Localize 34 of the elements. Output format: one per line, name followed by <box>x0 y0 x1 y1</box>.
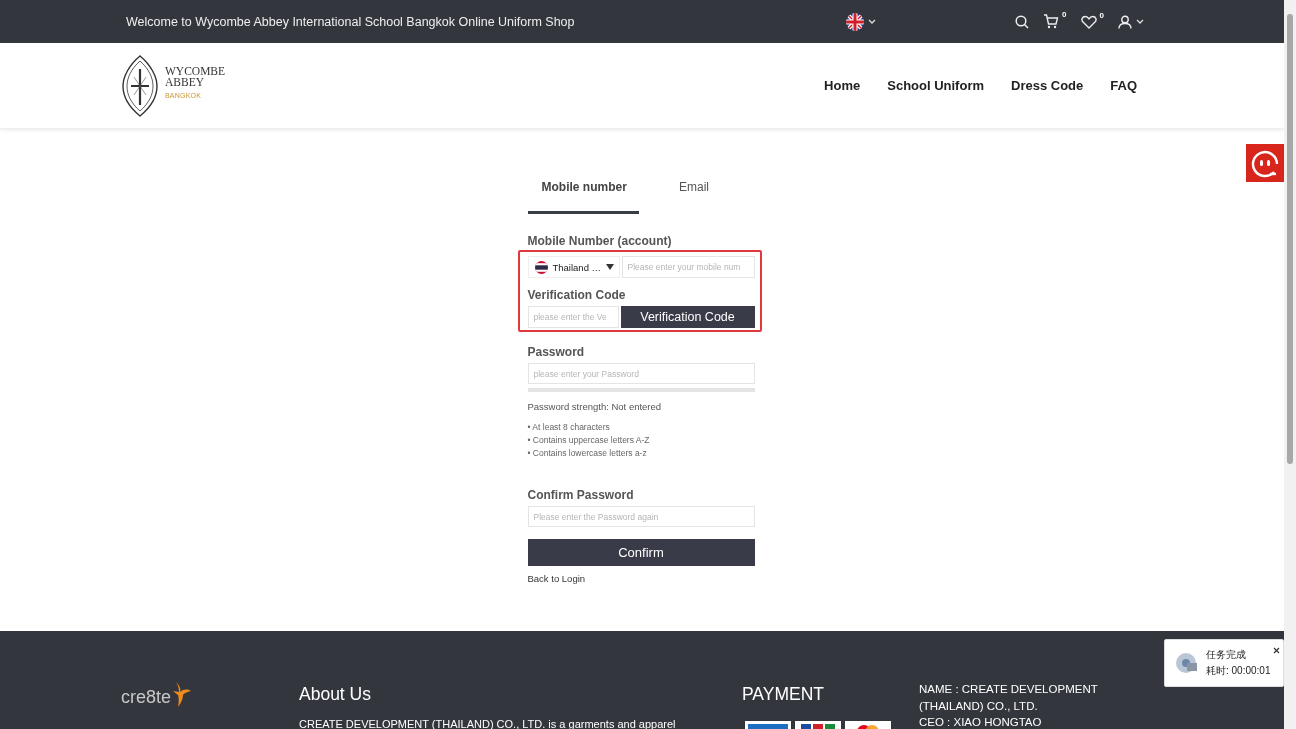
nav-link[interactable]: Dress Code <box>1011 78 1084 93</box>
requirement-text: • At least 8 characters <box>527 422 611 432</box>
confirm-password-input[interactable]: Please enter the Password again <box>527 506 755 527</box>
company-info: NAME : CREATE DEVELOPMENT (THAILAND) CO., LTD. <box>919 682 1099 714</box>
company-info: CEO : XIAO HONGTAO <box>919 715 1043 729</box>
phone-input[interactable]: Please enter your mobile num <box>621 256 755 278</box>
notification-title: 任务完成 <box>1206 648 1247 662</box>
password-input[interactable]: please enter your Password <box>527 363 755 384</box>
field-label: Verification Code <box>527 288 627 302</box>
field-label: Mobile Number (account) <box>527 234 673 248</box>
tab[interactable]: Mobile number <box>527 171 639 214</box>
tab[interactable]: Email <box>638 171 750 214</box>
requirement-text: • Contains lowercase letters a-z <box>527 448 648 458</box>
confirm-button[interactable]: Confirm <box>527 539 755 566</box>
nav-link[interactable]: FAQ <box>1110 78 1137 93</box>
footer-heading: About Us <box>299 684 372 705</box>
notification-text: 耗时: 00:00:01 <box>1206 664 1271 678</box>
code-input[interactable]: please enter the Ve <box>527 306 619 328</box>
send-code-button[interactable]: Verification Code <box>620 306 755 328</box>
nav-link[interactable]: Home <box>824 78 861 93</box>
welcome-text: Welcome to Wycombe Abbey International School Bangkok Online Uniform Shop <box>126 14 576 29</box>
footer-logo-text[interactable]: cre8te <box>121 687 172 708</box>
back-link[interactable]: Back to Login <box>527 573 755 584</box>
field-label: Confirm Password <box>527 488 635 502</box>
cart-count: 0 <box>1062 10 1067 19</box>
logo-text[interactable]: ABBEY <box>165 77 226 88</box>
country-select[interactable]: Thailand … <box>527 256 620 278</box>
footer-heading: PAYMENT <box>742 684 825 705</box>
requirement-text: • Contains uppercase letters A-Z <box>527 435 651 445</box>
logo-text[interactable]: WYCOMBE <box>165 66 226 77</box>
nav-link[interactable]: School Uniform <box>887 78 984 93</box>
field-label: Password <box>527 345 586 359</box>
wishlist-count: 0 <box>1099 10 1104 20</box>
strength-text: Password strength: Not entered <box>527 401 663 412</box>
